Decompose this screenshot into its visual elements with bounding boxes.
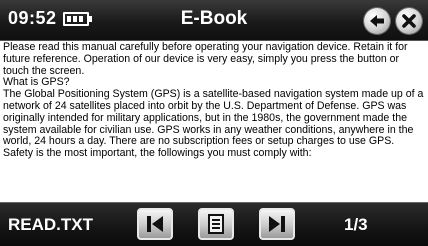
close-button[interactable] <box>396 8 422 34</box>
back-arrow-icon <box>370 15 384 27</box>
next-page-button[interactable] <box>259 208 295 240</box>
file-name: READ.TXT <box>8 215 93 234</box>
skip-previous-icon <box>147 216 163 232</box>
skip-next-icon <box>269 216 285 232</box>
top-bar: 09:52 E-Book <box>0 0 428 41</box>
list-icon <box>208 214 224 234</box>
back-button[interactable] <box>364 8 390 34</box>
close-icon <box>402 14 416 28</box>
previous-page-button[interactable] <box>137 208 173 240</box>
contents-button[interactable] <box>198 208 234 240</box>
ebook-text: Please read this manual carefully before… <box>3 41 424 160</box>
ebook-content[interactable]: Please read this manual carefully before… <box>0 41 428 202</box>
page-indicator: 1/3 <box>344 215 368 234</box>
bottom-bar: READ.TXT 1/3 <box>0 202 428 246</box>
